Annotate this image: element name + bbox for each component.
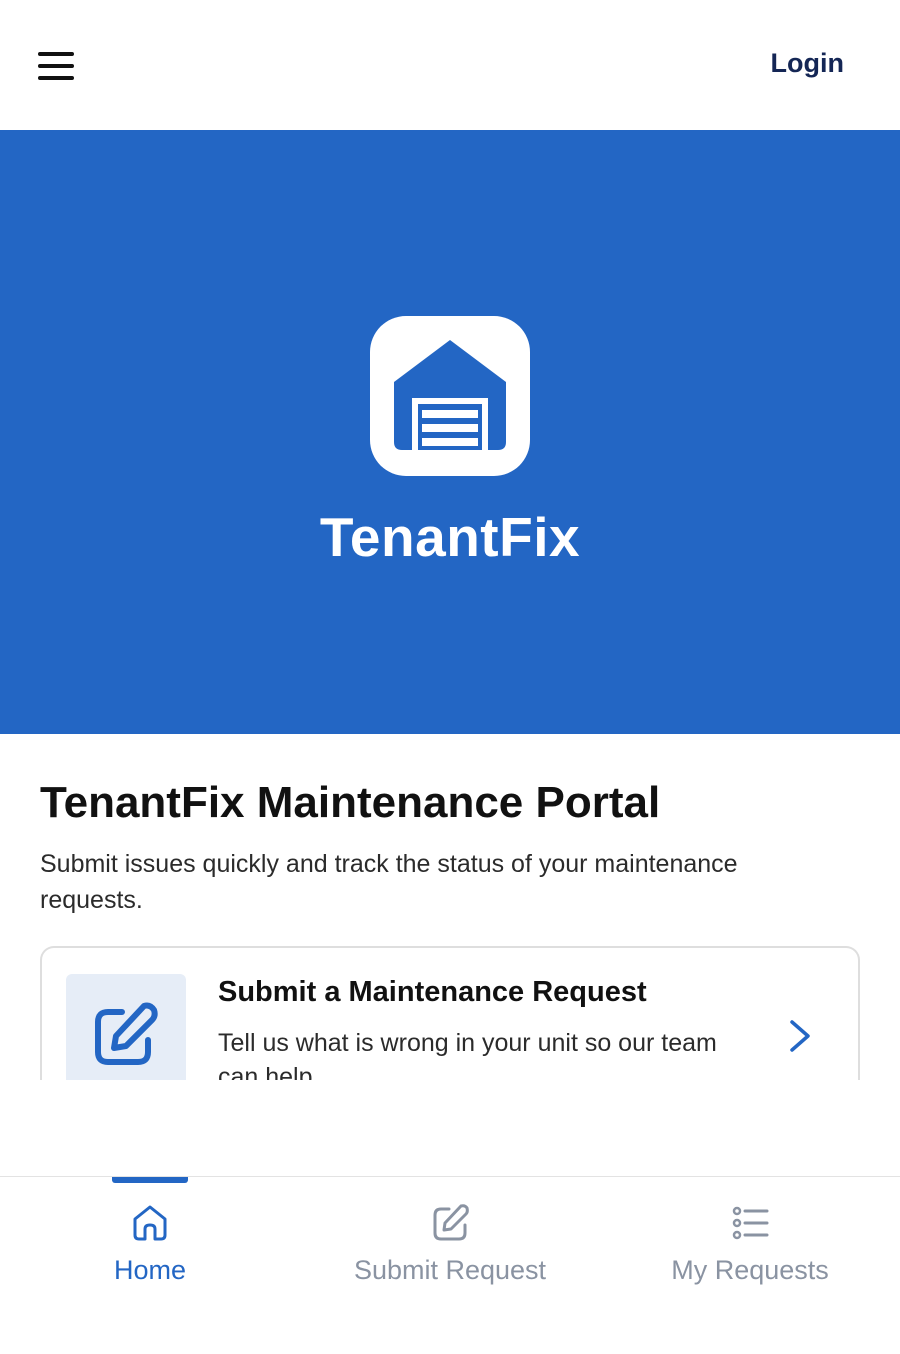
card-description: Tell us what is wrong in your unit so ou… [218,1029,717,1080]
nav-label-home: Home [113,1255,187,1285]
card-title: Submit a Maintenance Request [218,976,647,1008]
list-icon [732,1206,769,1240]
chevron-right-icon [790,1020,810,1052]
top-bar: Login [0,0,900,130]
page-subtitle: Submit issues quickly and track the stat… [40,850,738,914]
nav-item-submit-request[interactable]: Submit Request [300,1177,600,1354]
active-tab-indicator [112,1177,188,1183]
bottom-navigation: Home Submit Request My Requests [0,1176,900,1354]
nav-label-submit-request: Submit Request [353,1255,547,1285]
edit-icon [95,1002,158,1065]
nav-item-home[interactable]: Home [0,1177,300,1354]
login-link[interactable]: Login [771,48,844,79]
nav-label-my-requests: My Requests [671,1255,829,1285]
nav-item-my-requests[interactable]: My Requests [600,1177,900,1354]
home-icon [133,1205,167,1241]
hamburger-menu-icon[interactable] [38,50,74,82]
intro-section: TenantFix Maintenance Portal Submit issu… [40,776,860,918]
brand-name: TenantFix [319,506,581,568]
app-logo [370,316,530,476]
garage-house-icon [394,340,506,450]
page-title: TenantFix Maintenance Portal [40,778,661,827]
edit-icon [433,1204,469,1241]
submit-request-card[interactable]: Submit a Maintenance Request Tell us wha… [40,946,860,1080]
card-icon-container [66,974,186,1080]
hero-banner: TenantFix [0,130,900,734]
